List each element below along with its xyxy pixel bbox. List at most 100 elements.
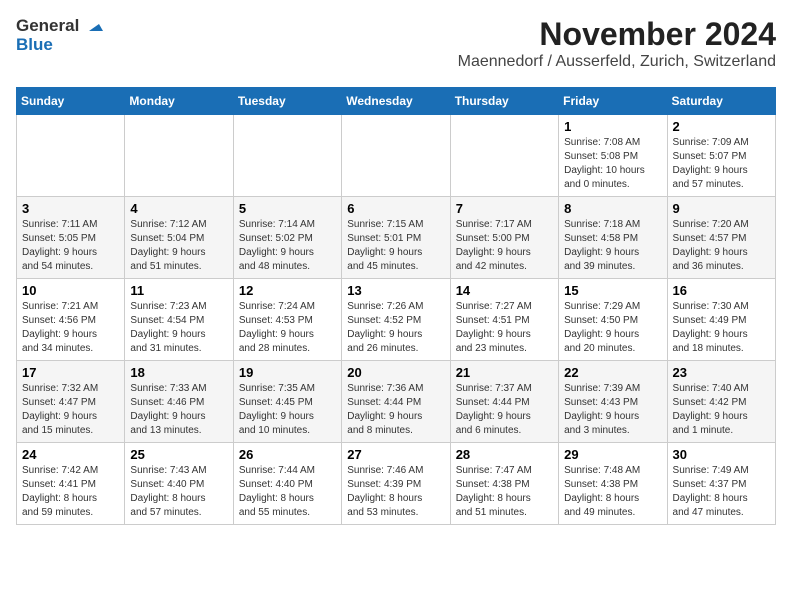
day-info: Sunrise: 7:21 AM Sunset: 4:56 PM Dayligh… (22, 300, 119, 356)
calendar-cell: 24 Sunrise: 7:42 AM Sunset: 4:41 PM Dayli… (17, 443, 125, 525)
calendar-cell: 21Sunrise: 7:37 AM Sunset: 4:44 PM Dayli… (450, 361, 558, 443)
day-info: Sunrise: 7:14 AM Sunset: 5:02 PM Dayligh… (239, 218, 336, 274)
calendar-cell: 17 Sunrise: 7:32 AM Sunset: 4:47 PM Dayli… (17, 361, 125, 443)
day-number: 10 (22, 283, 119, 298)
day-number: 5 (239, 201, 336, 216)
calendar-cell: 13 Sunrise: 7:26 AM Sunset: 4:52 PM Dayli… (342, 279, 450, 361)
day-number: 29 (564, 447, 661, 462)
calendar-cell: 3 Sunrise: 7:11 AM Sunset: 5:05 PM Daylig… (17, 197, 125, 279)
calendar-cell (450, 115, 558, 197)
calendar-cell: 8 Sunrise: 7:18 AM Sunset: 4:58 PM Daylig… (559, 197, 667, 279)
calendar-cell (233, 115, 341, 197)
calendar-cell (125, 115, 233, 197)
day-info: Sunrise: 7:27 AM Sunset: 4:51 PM Dayligh… (456, 300, 553, 356)
calendar-cell: 25 Sunrise: 7:43 AM Sunset: 4:40 PM Dayli… (125, 443, 233, 525)
day-info: Sunrise: 7:39 AM Sunset: 4:43 PM Dayligh… (564, 382, 661, 438)
day-number: 25 (130, 447, 227, 462)
calendar-week-row: 24 Sunrise: 7:42 AM Sunset: 4:41 PM Dayli… (17, 443, 776, 525)
day-number: 13 (347, 283, 444, 298)
weekday-header-wednesday: Wednesday (342, 88, 450, 115)
day-number: 16 (673, 283, 770, 298)
calendar-cell: 7 Sunrise: 7:17 AM Sunset: 5:00 PM Daylig… (450, 197, 558, 279)
calendar-cell: 12 Sunrise: 7:24 AM Sunset: 4:53 PM Dayli… (233, 279, 341, 361)
month-year-title: November 2024 (458, 16, 776, 53)
logo-subtext: Blue (16, 35, 103, 55)
day-info: Sunrise: 7:08 AM Sunset: 5:08 PM Dayligh… (564, 136, 661, 192)
day-number: 30 (673, 447, 770, 462)
day-info: Sunrise: 7:42 AM Sunset: 4:41 PM Dayligh… (22, 464, 119, 520)
day-info: Sunrise: 7:29 AM Sunset: 4:50 PM Dayligh… (564, 300, 661, 356)
weekday-header-sunday: Sunday (17, 88, 125, 115)
calendar-cell: 4Sunrise: 7:12 AM Sunset: 5:04 PM Daylig… (125, 197, 233, 279)
weekday-header-friday: Friday (559, 88, 667, 115)
calendar-cell: 10 Sunrise: 7:21 AM Sunset: 4:56 PM Dayli… (17, 279, 125, 361)
calendar-cell: 26 Sunrise: 7:44 AM Sunset: 4:40 PM Dayli… (233, 443, 341, 525)
weekday-header-monday: Monday (125, 88, 233, 115)
calendar-cell: 16 Sunrise: 7:30 AM Sunset: 4:49 PM Dayli… (667, 279, 775, 361)
day-number: 12 (239, 283, 336, 298)
day-info: Sunrise: 7:18 AM Sunset: 4:58 PM Dayligh… (564, 218, 661, 274)
day-number: 22 (564, 365, 661, 380)
day-number: 20 (347, 365, 444, 380)
day-number: 14 (456, 283, 553, 298)
day-number: 6 (347, 201, 444, 216)
day-info: Sunrise: 7:23 AM Sunset: 4:54 PM Dayligh… (130, 300, 227, 356)
calendar-cell (342, 115, 450, 197)
day-number: 17 (22, 365, 119, 380)
day-number: 23 (673, 365, 770, 380)
weekday-header-tuesday: Tuesday (233, 88, 341, 115)
day-number: 8 (564, 201, 661, 216)
day-number: 27 (347, 447, 444, 462)
calendar-cell: 2 Sunrise: 7:09 AM Sunset: 5:07 PM Daylig… (667, 115, 775, 197)
location-subtitle: Maennedorf / Ausserfeld, Zurich, Switzer… (458, 53, 776, 71)
weekday-header-saturday: Saturday (667, 88, 775, 115)
title-section: November 2024 Maennedorf / Ausserfeld, Z… (458, 16, 776, 77)
day-number: 15 (564, 283, 661, 298)
calendar-cell: 14 Sunrise: 7:27 AM Sunset: 4:51 PM Dayli… (450, 279, 558, 361)
day-number: 26 (239, 447, 336, 462)
logo: General Blue (16, 16, 103, 54)
day-info: Sunrise: 7:40 AM Sunset: 4:42 PM Dayligh… (673, 382, 770, 438)
day-number: 2 (673, 119, 770, 134)
calendar-cell: 22 Sunrise: 7:39 AM Sunset: 4:43 PM Dayli… (559, 361, 667, 443)
day-info: Sunrise: 7:46 AM Sunset: 4:39 PM Dayligh… (347, 464, 444, 520)
day-info: Sunrise: 7:17 AM Sunset: 5:00 PM Dayligh… (456, 218, 553, 274)
day-info: Sunrise: 7:26 AM Sunset: 4:52 PM Dayligh… (347, 300, 444, 356)
day-number: 21 (456, 365, 553, 380)
day-number: 19 (239, 365, 336, 380)
day-info: Sunrise: 7:47 AM Sunset: 4:38 PM Dayligh… (456, 464, 553, 520)
day-info: Sunrise: 7:30 AM Sunset: 4:49 PM Dayligh… (673, 300, 770, 356)
calendar-cell: 9Sunrise: 7:20 AM Sunset: 4:57 PM Daylig… (667, 197, 775, 279)
day-info: Sunrise: 7:11 AM Sunset: 5:05 PM Dayligh… (22, 218, 119, 274)
day-info: Sunrise: 7:24 AM Sunset: 4:53 PM Dayligh… (239, 300, 336, 356)
logo-text: General (16, 16, 103, 37)
day-info: Sunrise: 7:44 AM Sunset: 4:40 PM Dayligh… (239, 464, 336, 520)
calendar-cell: 27 Sunrise: 7:46 AM Sunset: 4:39 PM Dayli… (342, 443, 450, 525)
calendar-cell: 30 Sunrise: 7:49 AM Sunset: 4:37 PM Dayli… (667, 443, 775, 525)
day-number: 11 (130, 283, 227, 298)
weekday-header-row: SundayMondayTuesdayWednesdayThursdayFrid… (17, 88, 776, 115)
calendar-week-row: 1Sunrise: 7:08 AM Sunset: 5:08 PM Daylig… (17, 115, 776, 197)
day-number: 3 (22, 201, 119, 216)
day-info: Sunrise: 7:43 AM Sunset: 4:40 PM Dayligh… (130, 464, 227, 520)
calendar-body: 1Sunrise: 7:08 AM Sunset: 5:08 PM Daylig… (17, 115, 776, 525)
day-number: 7 (456, 201, 553, 216)
calendar-cell: 19Sunrise: 7:35 AM Sunset: 4:45 PM Dayli… (233, 361, 341, 443)
calendar-cell (17, 115, 125, 197)
weekday-header-thursday: Thursday (450, 88, 558, 115)
calendar-week-row: 10 Sunrise: 7:21 AM Sunset: 4:56 PM Dayli… (17, 279, 776, 361)
top-bar: General Blue November 2024 Maennedorf / … (16, 16, 776, 79)
day-info: Sunrise: 7:49 AM Sunset: 4:37 PM Dayligh… (673, 464, 770, 520)
calendar-cell: 18Sunrise: 7:33 AM Sunset: 4:46 PM Dayli… (125, 361, 233, 443)
day-info: Sunrise: 7:32 AM Sunset: 4:47 PM Dayligh… (22, 382, 119, 438)
logo-icon (85, 17, 103, 35)
day-number: 24 (22, 447, 119, 462)
day-info: Sunrise: 7:33 AM Sunset: 4:46 PM Dayligh… (130, 382, 227, 438)
calendar-cell: 29Sunrise: 7:48 AM Sunset: 4:38 PM Dayli… (559, 443, 667, 525)
day-info: Sunrise: 7:20 AM Sunset: 4:57 PM Dayligh… (673, 218, 770, 274)
day-info: Sunrise: 7:09 AM Sunset: 5:07 PM Dayligh… (673, 136, 770, 192)
calendar-header: SundayMondayTuesdayWednesdayThursdayFrid… (17, 88, 776, 115)
calendar-cell: 23 Sunrise: 7:40 AM Sunset: 4:42 PM Dayli… (667, 361, 775, 443)
calendar-cell: 11 Sunrise: 7:23 AM Sunset: 4:54 PM Dayli… (125, 279, 233, 361)
calendar-cell: 15 Sunrise: 7:29 AM Sunset: 4:50 PM Dayli… (559, 279, 667, 361)
